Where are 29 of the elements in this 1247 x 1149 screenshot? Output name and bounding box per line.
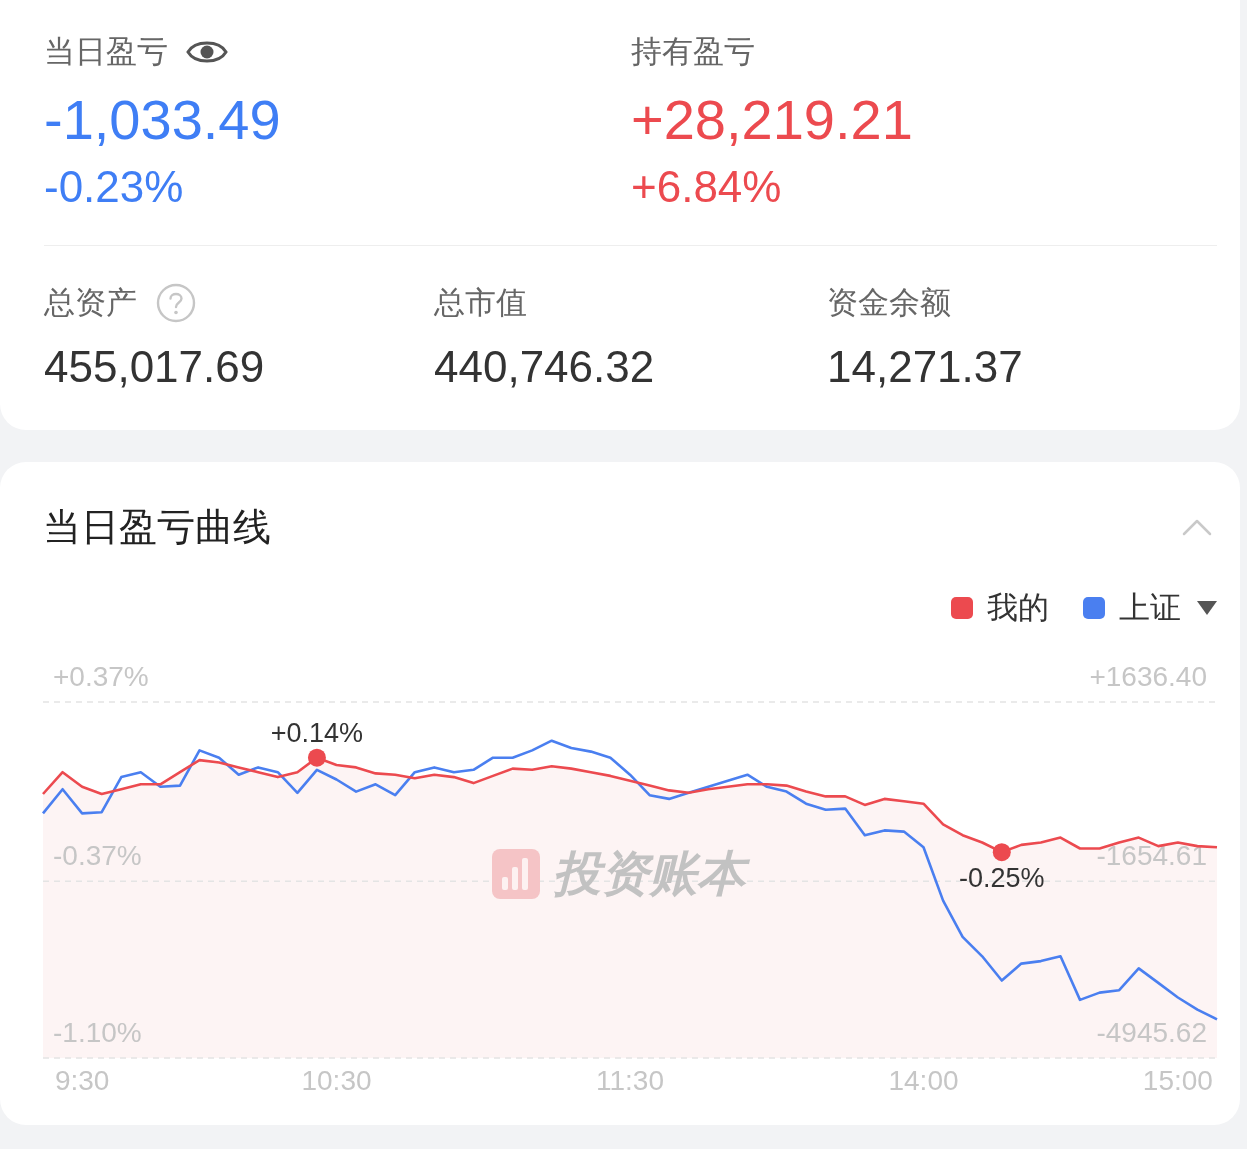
pnl-amount: -1,033.49 (44, 88, 282, 152)
x-axis-label: 14:00 (888, 1065, 959, 1096)
stat-value: 14,271.37 (827, 341, 1024, 393)
stat-label: 总市值 (434, 284, 527, 322)
pnl-label: 持有盈亏 (631, 33, 755, 71)
stat-value: 440,746.32 (434, 341, 656, 393)
point-marker-icon (992, 843, 1011, 862)
point-label: -0.25% (959, 863, 1045, 894)
pnl-percent: +6.84% (631, 163, 783, 211)
caret-down-icon[interactable] (1197, 601, 1217, 615)
stat-label: 资金余额 (827, 284, 951, 322)
x-axis-label: 9:30 (54, 1065, 110, 1096)
y-axis-label: +1636.40 (1089, 661, 1207, 692)
y-axis-label: +0.37% (53, 661, 149, 692)
point-marker-icon (307, 748, 326, 767)
x-axis-label: 15:00 (1142, 1065, 1213, 1096)
watermark-text: 投资账本 (553, 848, 753, 900)
index-selector[interactable]: 上证 (1119, 586, 1217, 630)
stat-label: 总资产 (44, 284, 137, 322)
point-label: +0.14% (270, 717, 364, 748)
legend-label: 我的 (987, 589, 1049, 627)
bar-chart-icon (492, 849, 540, 899)
pnl-amount: +28,219.21 (631, 88, 914, 152)
x-axis-label: 10:30 (301, 1065, 372, 1096)
pnl-label: 当日盈亏 (44, 33, 168, 71)
pnl-percent: -0.23% (44, 163, 185, 211)
x-axis-label: 11:30 (596, 1065, 664, 1096)
chart-title: 当日盈亏曲线 (43, 505, 271, 550)
stat-value: 455,017.69 (44, 341, 266, 393)
